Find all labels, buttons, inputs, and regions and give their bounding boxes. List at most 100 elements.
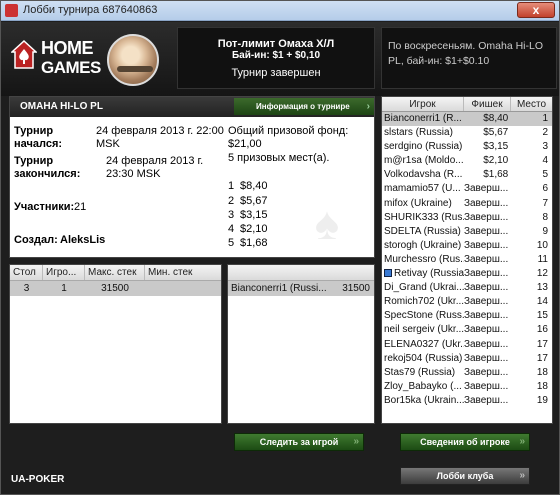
column-header-min-stack[interactable]: Мин. стек (145, 265, 221, 280)
player-row[interactable]: Romich702 (Ukr... Заверш... 14 (382, 295, 552, 309)
player-row[interactable]: storogh (Ukraine) Заверш... 10 (382, 239, 552, 253)
player-place: 7 (542, 197, 548, 209)
started-label: Турнир начался: (14, 125, 63, 150)
close-button[interactable]: x (517, 2, 555, 18)
player-row[interactable]: slstars (Russia) $5,67 2 (382, 126, 552, 140)
title-bar: Лобби турнира 687640863 x (1, 1, 559, 21)
player-name-text: Zloy_Babayko (... (384, 380, 462, 392)
player-row[interactable]: Di_Grand (Ukrai... Заверш... 13 (382, 281, 552, 295)
player-name: mifox (Ukraine) (382, 197, 464, 211)
player-chips: $2,10 (483, 155, 509, 167)
player-name-text: m@r1sa (Moldo... (384, 155, 464, 167)
column-header-chips[interactable]: Фишек (464, 97, 511, 111)
player-place: 14 (536, 296, 548, 308)
player-row[interactable]: Zloy_Babayko (... Заверш... 18 (382, 380, 552, 394)
player-name-text: mifox (Ukraine) (384, 197, 452, 209)
player-place: 6 (542, 183, 548, 195)
player-place: 4 (542, 155, 548, 167)
player-row[interactable]: Bianconerri1 (R... $8,40 1 (382, 112, 552, 127)
player-place: 18 (536, 380, 548, 392)
player-chips: Заверш... (463, 268, 509, 280)
player-place: 15 (536, 310, 548, 322)
player-chips: Заверш... (463, 296, 509, 308)
column-header-player[interactable]: Игрок (382, 97, 464, 111)
player-name-text: Retivay (Russia) (394, 268, 464, 280)
player-place: 19 (536, 394, 548, 406)
player-chips: $3,15 (483, 141, 509, 153)
game-info-box: Пот-лимит Омаха Х/Л Бай-ин: $1 + $0,10 Т… (177, 27, 375, 89)
chevrons-right-icon: » (519, 470, 525, 481)
player-name-text: Murchessro (Rus... (384, 253, 464, 265)
player-row[interactable]: Stas79 (Russia) Заверш... 18 (382, 366, 552, 380)
player-status-icon (384, 269, 392, 278)
player-row[interactable]: m@r1sa (Moldo... $2,10 4 (382, 154, 552, 168)
player-name: Bor15ka (Ukrain... (382, 394, 464, 408)
player-chips: $8,40 (483, 113, 509, 124)
info-panel-header: OMAHA HI-LO PL Информация о турнире › (10, 97, 374, 117)
club-name-label: UA-POKER (11, 474, 65, 485)
player-row[interactable]: Murchessro (Rus... Заверш... 11 (382, 253, 552, 267)
player-row[interactable]: serdgino (Russia) $3,15 3 (382, 140, 552, 154)
player-place: 1 (542, 113, 548, 124)
player-row[interactable]: SpecStone (Russ... Заверш... 15 (382, 309, 552, 323)
prize-amount: $8,40 (240, 180, 268, 192)
column-header-table[interactable]: Стол (10, 265, 43, 280)
player-place: 9 (542, 225, 548, 237)
prize-place: 4 (228, 223, 235, 235)
player-name: neil sergeiv (Ukr... (382, 323, 464, 337)
table-players-header (228, 265, 374, 281)
player-row[interactable]: neil sergeiv (Ukr... Заверш... 16 (382, 323, 552, 337)
player-name: storogh (Ukraine) (382, 239, 464, 253)
player-name: Zloy_Babayko (... (382, 380, 464, 394)
player-row[interactable]: rekoj504 (Russia) Заверш... 17 (382, 352, 552, 366)
prize-place: 1 (228, 180, 235, 192)
player-name-text: SpecStone (Russ... (384, 310, 464, 322)
table-player-row[interactable]: Bianconerri1 (Russi... 31500 (228, 281, 374, 296)
prize-amount: $1,68 (240, 237, 268, 249)
player-row[interactable]: Bor15ka (Ukrain... Заверш... 19 (382, 394, 552, 408)
player-row[interactable]: mifox (Ukraine) Заверш... 7 (382, 197, 552, 211)
player-place: 5 (542, 169, 548, 181)
player-name-text: SHURIK333 (Rus... (384, 211, 464, 223)
table-player-name: Bianconerri1 (Russi... (231, 283, 327, 294)
player-chips: Заверш... (463, 394, 509, 406)
participants-count: 21 (74, 201, 87, 213)
player-chips: Заверш... (463, 282, 509, 294)
player-row[interactable]: Volkodavsha (R... $1,68 5 (382, 168, 552, 182)
player-place: 13 (536, 282, 548, 294)
player-place: 10 (536, 239, 548, 251)
player-name-text: Romich702 (Ukr... (384, 296, 464, 308)
spade-house-icon (11, 40, 37, 69)
tables-list-header: Стол Игро... Макс. стек Мин. стек (10, 265, 221, 281)
player-name: Murchessro (Rus... (382, 253, 464, 267)
tournament-info-tab-label: Информация о турнире (256, 102, 350, 111)
player-row[interactable]: SDELTA (Russia) Заверш... 9 (382, 225, 552, 239)
player-name: Volkodavsha (R... (382, 168, 464, 182)
tournament-lobby-window: Лобби турнира 687640863 x HOME GAMES Пот… (0, 0, 560, 495)
column-header-place[interactable]: Место (511, 97, 552, 111)
player-row[interactable]: SHURIK333 (Rus... Заверш... 8 (382, 211, 552, 225)
logo-text-games: GAMES (41, 58, 101, 77)
column-header-max-stack[interactable]: Макс. стек (85, 265, 145, 280)
table-row[interactable]: 3 1 31500 (10, 281, 221, 296)
player-row[interactable]: ELENA0327 (Ukr... Заверш... 17 (382, 338, 552, 352)
player-place: 16 (536, 324, 548, 336)
player-name-text: Bianconerri1 (R... (384, 113, 462, 124)
column-header-players[interactable]: Игро... (43, 265, 85, 280)
tournament-description: По воскресеньям. Omaha Hi-LO PL, бай-ин:… (381, 27, 557, 89)
finished-time: 23:30 MSK (106, 168, 161, 180)
player-name: SDELTA (Russia) (382, 225, 464, 239)
player-name: slstars (Russia) (382, 126, 464, 140)
player-info-label: Сведения об игроке (420, 437, 510, 447)
club-lobby-button[interactable]: Лобби клуба » (400, 467, 530, 485)
player-chips: Заверш... (463, 352, 509, 364)
player-chips: Заверш... (463, 253, 509, 265)
created-by-value: AleksLis (60, 234, 106, 246)
prize-places-count: 5 призовых мест(а). (228, 152, 330, 164)
started-timezone: MSK (96, 138, 120, 150)
player-row[interactable]: Retivay (Russia) Заверш... 12 (382, 267, 552, 281)
player-info-button[interactable]: Сведения об игроке » (400, 433, 530, 451)
tournament-info-tab[interactable]: Информация о турнире › (234, 98, 374, 115)
watch-game-button[interactable]: Следить за игрой » (234, 433, 364, 451)
player-row[interactable]: mamamio57 (U... Заверш... 6 (382, 182, 552, 196)
